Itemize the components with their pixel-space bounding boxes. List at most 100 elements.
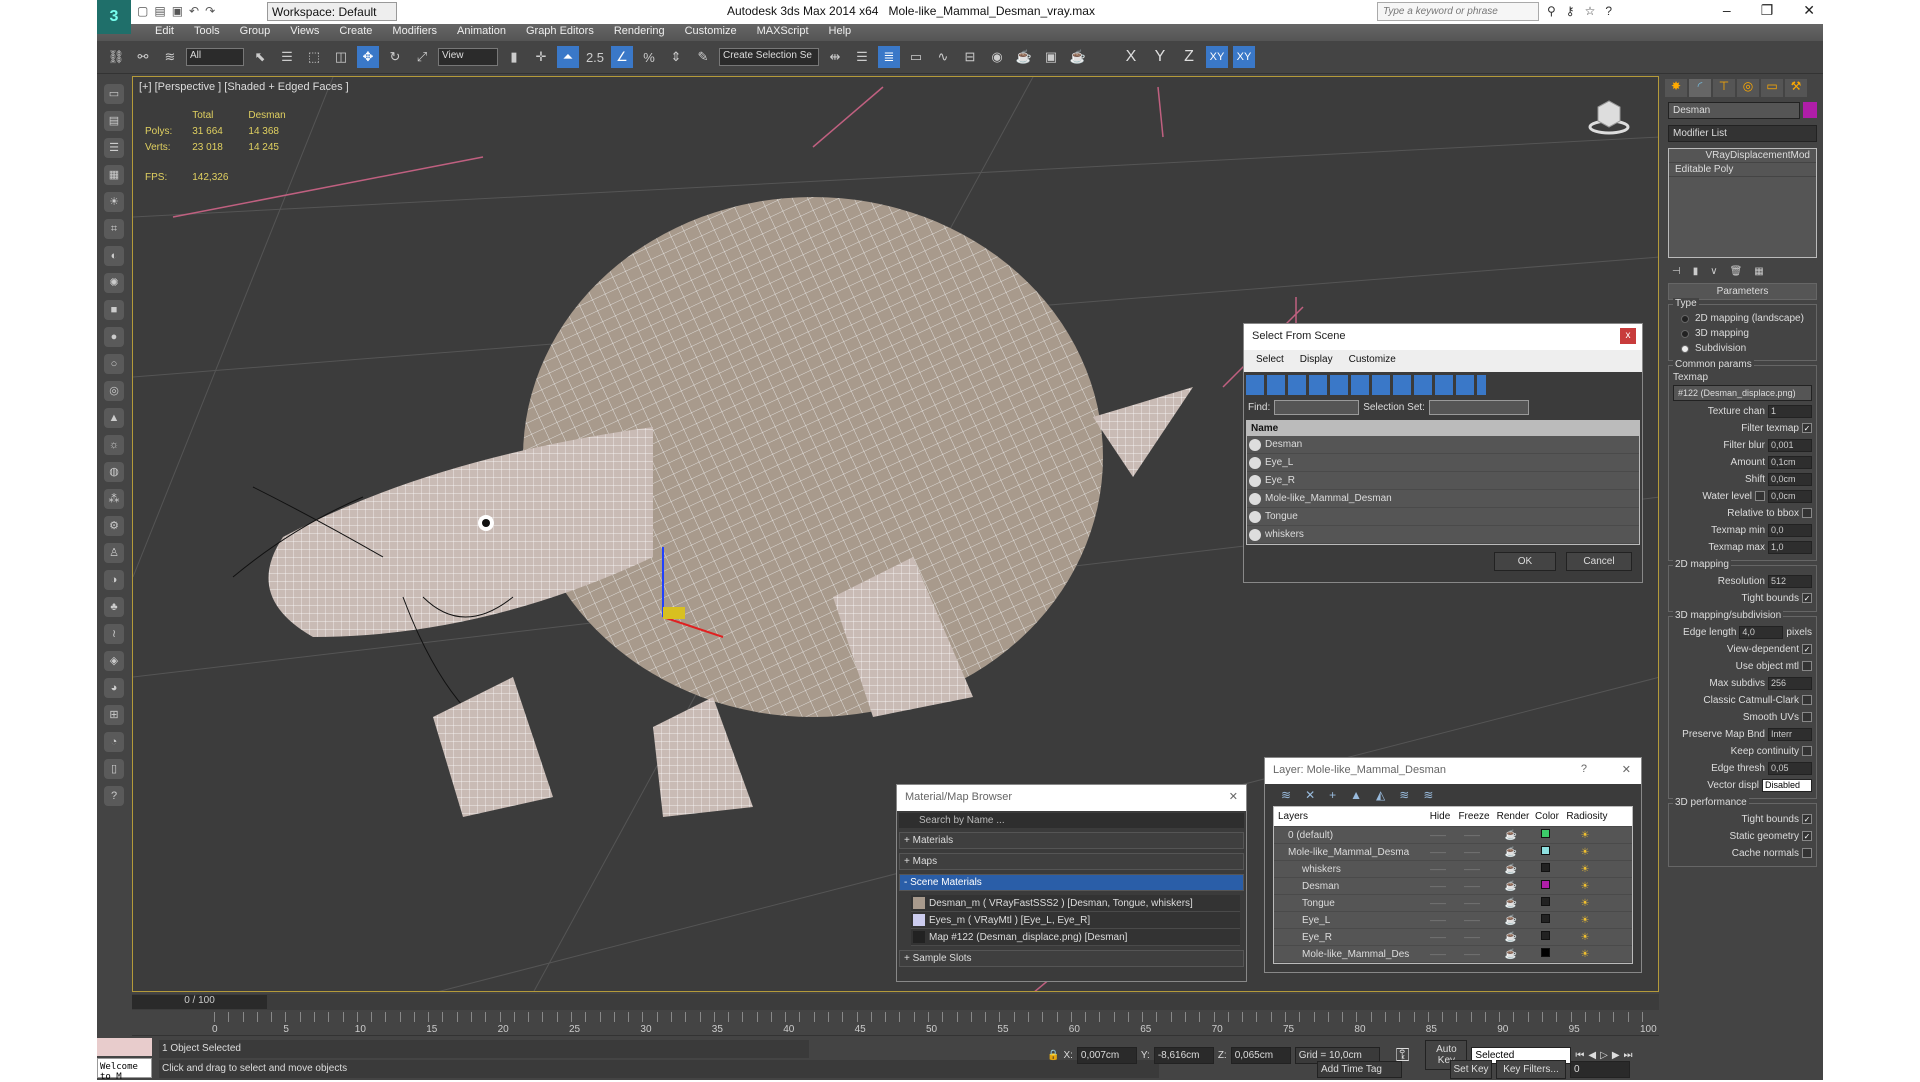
browser-section-2[interactable]: - Scene Materials [899,874,1244,891]
radiosity-icon[interactable]: ☀ [1560,915,1610,926]
make-unique-icon[interactable]: ∨ [1710,266,1717,277]
param-value-field[interactable]: 512 [1768,574,1812,588]
name-column-header[interactable]: Name [1247,421,1639,436]
menu-help[interactable]: Help [819,24,862,41]
param-checkbox[interactable]: ✓ [1802,814,1812,824]
column-header-render[interactable]: Render [1492,811,1530,822]
scene-explorer-icon[interactable]: ▤ [104,111,124,131]
param-checkbox[interactable]: ✓ [1802,593,1812,603]
freeze-all-icon[interactable]: ≋ [1423,788,1433,802]
select-and-rotate-icon[interactable]: ↻ [384,46,406,68]
scene-object-row[interactable]: Mole-like_Mammal_Desman [1247,490,1639,508]
help-circle-icon[interactable]: ? [104,786,124,806]
play-icon[interactable]: ▷ [1600,1050,1608,1061]
hide-toggle[interactable]: —— [1424,950,1452,959]
layer-color-swatch[interactable] [1540,863,1550,872]
angle-snap-icon[interactable]: ∠ [611,46,633,68]
hide-toggle[interactable]: —— [1424,933,1452,942]
hide-toggle[interactable]: —— [1424,831,1452,840]
axis-y-button[interactable]: Y [1148,48,1172,66]
close-button[interactable]: x [1620,328,1636,344]
axis-xy-snap-button[interactable]: XY [1233,46,1255,68]
previous-frame-icon[interactable]: ◀ [1588,1050,1596,1061]
menu-rendering[interactable]: Rendering [604,24,675,41]
material-editor-icon[interactable]: ◉ [986,46,1008,68]
binoculars-icon[interactable]: ⚲ [1547,4,1556,18]
radiosity-icon[interactable]: ☀ [1560,847,1610,858]
menu-create[interactable]: Create [329,24,382,41]
scene-material-item[interactable]: Eyes_m ( VRayMtl ) [Eye_L, Eye_R] [911,912,1240,929]
object-color-swatch[interactable] [1803,102,1817,118]
layer-color-swatch[interactable] [1540,880,1550,889]
param-value-field[interactable]: 0,001 [1768,438,1812,452]
freeze-toggle[interactable]: —— [1452,933,1492,942]
help-icon[interactable]: ? [1605,4,1612,18]
radio-button[interactable] [1681,314,1689,323]
radiosity-icon[interactable]: ☀ [1560,830,1610,841]
delete-layer-icon[interactable]: ✕ [1305,788,1315,802]
pin-stack-icon[interactable]: ⊣ [1672,266,1681,277]
layer-row[interactable]: 0 (default) —— —— ☕ ☀ [1274,827,1632,844]
track-bar[interactable]: 0 5 10 15 20 25 30 35 40 45 50 55 60 65 70 75 80 85 90 95 10… [132,1010,1659,1036]
close-button[interactable]: ✕ [1803,2,1815,19]
hide-toggle[interactable]: —— [1424,899,1452,908]
browser-section-0[interactable]: + Materials [899,832,1244,849]
param-checkbox[interactable] [1802,848,1812,858]
biped-icon[interactable]: ♙ [104,543,124,563]
material-icon[interactable]: ◕ [104,678,124,698]
layer-color-cell[interactable] [1530,880,1560,892]
cloth-icon[interactable]: ◈ [104,651,124,671]
radiosity-icon[interactable]: ☀ [1560,864,1610,875]
close-button[interactable]: ✕ [1622,763,1631,776]
param-value-field[interactable]: 0,0cm [1768,472,1812,486]
search-by-name-input[interactable]: Search by Name ... [899,813,1244,828]
param-checkbox[interactable] [1802,695,1812,705]
layer-color-swatch[interactable] [1540,897,1550,906]
list-icon[interactable]: ☰ [104,138,124,158]
scene-object-row[interactable]: Eye_R [1247,472,1639,490]
layer-row[interactable]: Eye_L —— —— ☕ ☀ [1274,912,1632,929]
hierarchy-tab-icon[interactable]: ⊤ [1713,79,1735,97]
selection-filter-dropdown[interactable]: All [186,48,244,66]
menu-animation[interactable]: Animation [447,24,516,41]
sun-icon[interactable]: ☼ [104,435,124,455]
align-icon[interactable]: ☰ [851,46,873,68]
globe-icon[interactable]: ◑ [104,570,124,590]
param-value-field[interactable]: 0,05 [1768,761,1812,775]
camera-icon[interactable]: ⌗ [104,219,124,239]
menu-views[interactable]: Views [280,24,329,41]
restore-button[interactable]: ❐ [1761,2,1774,19]
hide-toggle[interactable]: —— [1424,865,1452,874]
layer-color-cell[interactable] [1530,948,1560,960]
helper-icon[interactable]: ◐ [104,246,124,266]
cancel-button[interactable]: Cancel [1566,552,1632,571]
document-icon[interactable]: ▯ [104,759,124,779]
scene-states-icon[interactable]: ⊞ [104,705,124,725]
render-toggle-icon[interactable]: ☕ [1492,915,1530,926]
foliage-icon[interactable]: ♣ [104,597,124,617]
configure-sets-icon[interactable]: ▦ [1754,266,1763,277]
layer-color-cell[interactable] [1530,829,1560,841]
layer-color-swatch[interactable] [1540,914,1550,923]
select-and-move-icon[interactable]: ✥ [357,46,379,68]
maxscript-listener-input[interactable]: Welcome to M [97,1058,152,1082]
ok-button[interactable]: OK [1494,552,1556,571]
render-toggle-icon[interactable]: ☕ [1492,932,1530,943]
param-value-field[interactable]: 1,0 [1768,540,1812,554]
menu-group[interactable]: Group [230,24,281,41]
axis-z-button[interactable]: Z [1177,48,1201,66]
scene-object-row[interactable]: Eye_L [1247,454,1639,472]
radiosity-icon[interactable]: ☀ [1560,949,1610,960]
column-header-freeze[interactable]: Freeze [1452,811,1492,822]
create-tab-icon[interactable]: ✸ [1665,79,1687,97]
mirror-icon[interactable]: ⇹ [824,46,846,68]
link-icon[interactable]: ⛓ [105,46,127,68]
redo-icon[interactable]: ↷ [205,4,215,18]
time-slider-thumb[interactable]: 0 / 100 [132,995,267,1009]
sphere-icon[interactable]: ● [104,327,124,347]
scene-object-row[interactable]: Tongue [1247,508,1639,526]
torus-icon[interactable]: ◎ [104,381,124,401]
add-to-layer-icon[interactable]: + [1329,788,1336,802]
param-value-field[interactable]: 0,0 [1768,523,1812,537]
close-button[interactable]: ✕ [1229,790,1238,803]
